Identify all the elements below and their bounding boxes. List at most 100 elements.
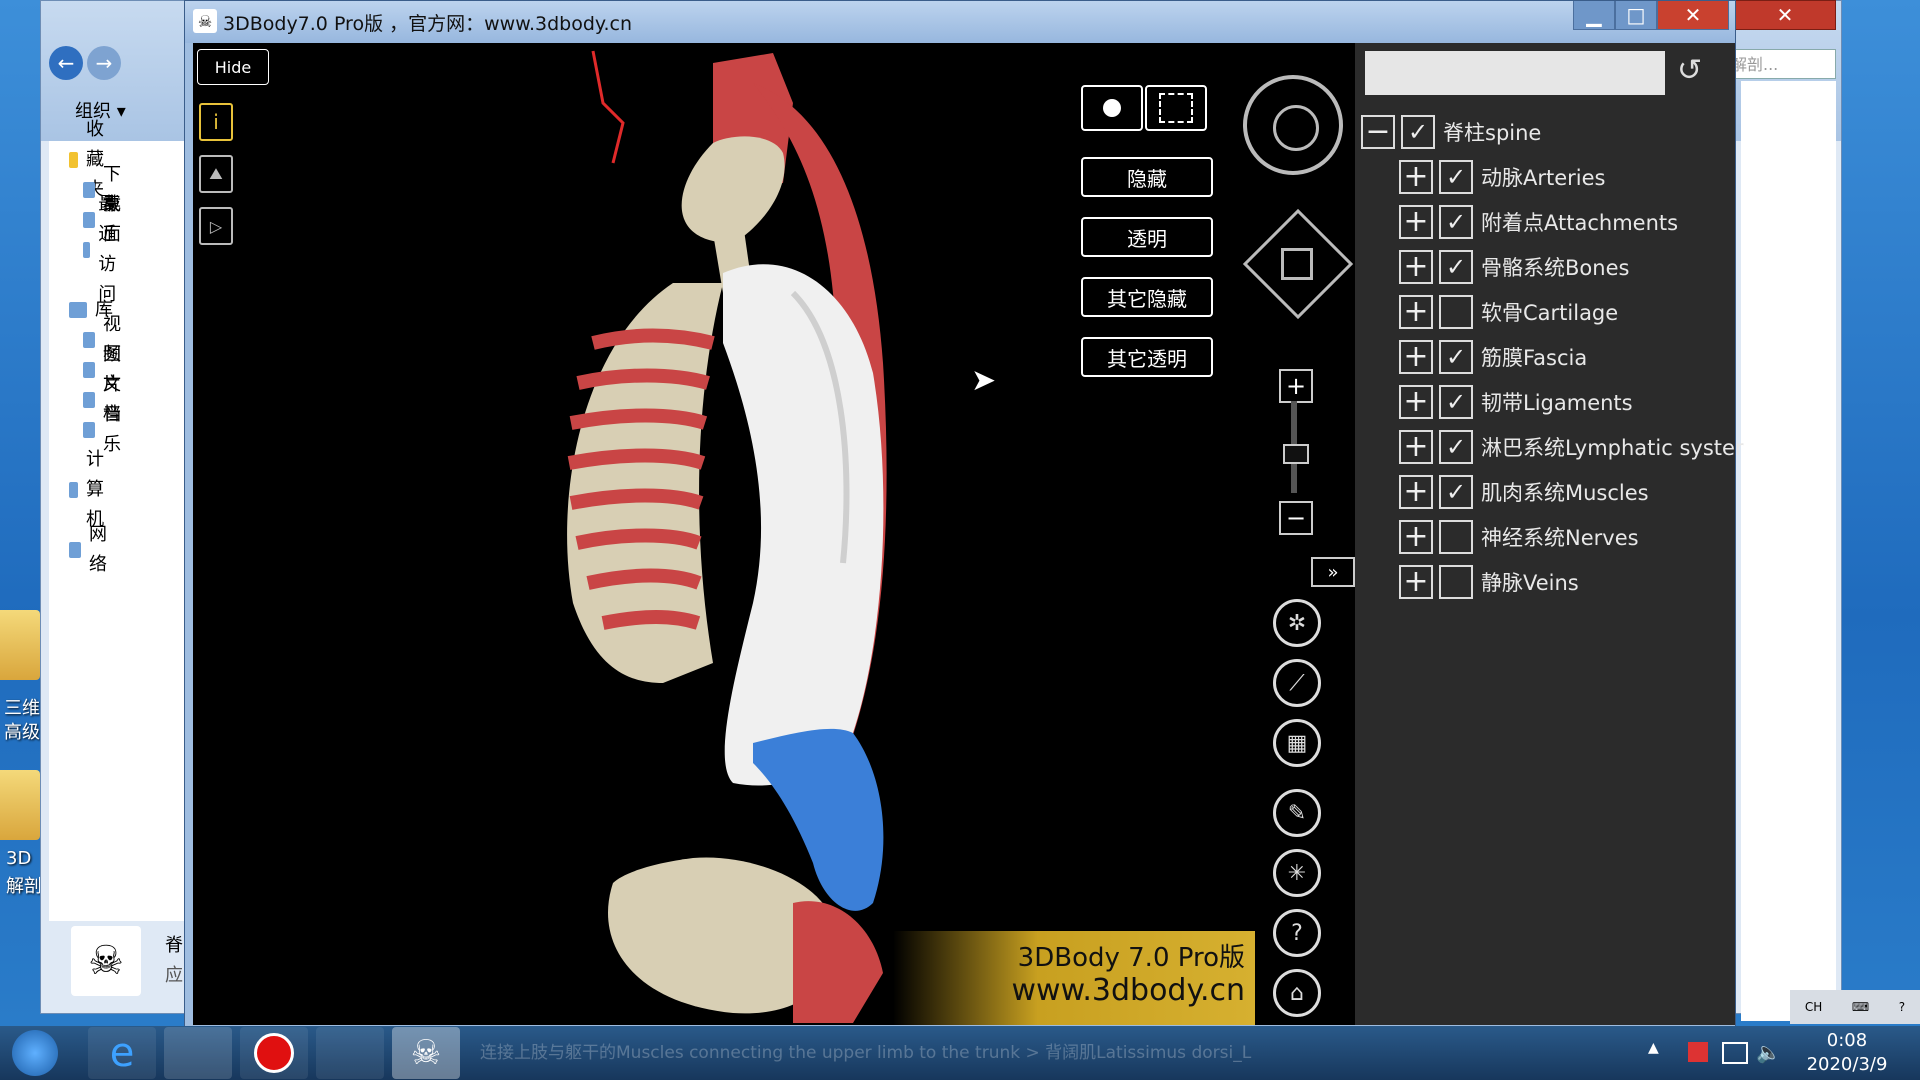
picture-icon xyxy=(83,362,95,378)
tree-item[interactable]: − ✓ 脊柱spine xyxy=(1361,109,1541,154)
zoom-in-button[interactable]: + xyxy=(1279,369,1313,403)
notepad-icon[interactable] xyxy=(316,1027,384,1079)
rotate-control[interactable] xyxy=(1243,75,1343,175)
expand-toggle[interactable]: + xyxy=(1399,474,1433,509)
watermark-banner: 3DBody 7.0 Pro版 www.3dbody.cn xyxy=(893,931,1255,1025)
expand-toggle[interactable]: + xyxy=(1399,294,1433,329)
start-button[interactable] xyxy=(12,1030,58,1076)
explorer-close-button[interactable]: ✕ xyxy=(1734,0,1836,30)
ie-icon[interactable]: e xyxy=(88,1027,156,1079)
explorer-nav-pane: 收藏夹 下载 桌面 最近访问库视频 图片 文档 音乐 计算机 网络 xyxy=(49,119,199,921)
transparent-button[interactable]: 透明 xyxy=(1081,217,1213,257)
clock-time[interactable]: 0:08 xyxy=(1792,1030,1902,1051)
info-icon[interactable]: i xyxy=(199,103,233,141)
tree-item-label: 动脉Arteries xyxy=(1481,165,1606,190)
desktop-folder-icon[interactable] xyxy=(0,770,40,840)
visibility-checkbox[interactable]: ✓ xyxy=(1439,384,1473,419)
nav-item[interactable]: 最近访问 xyxy=(83,194,127,305)
close-button[interactable]: ✕ xyxy=(1657,1,1729,30)
area-select-button[interactable] xyxy=(1145,85,1207,131)
visibility-checkbox[interactable]: ✓ xyxy=(1439,204,1473,239)
desktop-label: 高级 xyxy=(4,722,40,743)
minimize-button[interactable]: ▁ xyxy=(1573,1,1615,30)
tree-item[interactable]: + ✓ 韧带Ligaments xyxy=(1399,379,1633,424)
visibility-checkbox[interactable]: ✓ xyxy=(1439,249,1473,284)
mouse-cursor-icon: ➤ xyxy=(971,363,997,398)
back-icon[interactable]: ← xyxy=(49,46,83,80)
hide-others-button[interactable]: 其它隐藏 xyxy=(1081,277,1213,317)
expand-toggle[interactable]: + xyxy=(1399,159,1433,194)
ime-indicator[interactable]: CH xyxy=(1805,1000,1822,1014)
expand-panel-button[interactable]: » xyxy=(1311,557,1355,587)
hide-panel-button[interactable]: Hide xyxy=(197,49,269,85)
structure-search-input[interactable] xyxy=(1365,51,1665,95)
expand-toggle[interactable]: + xyxy=(1399,519,1433,554)
pen-icon[interactable]: ✎ xyxy=(1273,789,1321,837)
nav-item[interactable]: 音乐 xyxy=(83,404,127,455)
zoom-slider-handle[interactable] xyxy=(1283,443,1309,464)
maximize-button[interactable]: □ xyxy=(1615,1,1657,30)
network-icon xyxy=(69,542,81,558)
tree-item[interactable]: + 静脉Veins xyxy=(1399,559,1579,604)
flag-icon[interactable] xyxy=(1688,1042,1708,1062)
transparent-others-button[interactable]: 其它透明 xyxy=(1081,337,1213,377)
star-icon xyxy=(69,152,78,168)
tray-arrow-icon[interactable]: ▲ xyxy=(1648,1040,1659,1056)
tree-item[interactable]: + ✓ 动脉Arteries xyxy=(1399,154,1605,199)
tree-item[interactable]: + ✓ 筋膜Fascia xyxy=(1399,334,1587,379)
desktop-folder-icon[interactable] xyxy=(0,610,40,680)
layers-icon[interactable]: ▦ xyxy=(1273,719,1321,767)
clock-date[interactable]: 2020/3/9 xyxy=(1792,1054,1902,1075)
expand-toggle[interactable]: + xyxy=(1399,339,1433,374)
nav-item[interactable]: 网络 xyxy=(69,524,113,575)
help-icon[interactable]: ? xyxy=(1273,909,1321,957)
image-icon[interactable]: ⛰ xyxy=(199,155,233,193)
home-icon[interactable]: ⌂ xyxy=(1273,969,1321,1017)
tree-item[interactable]: + ✓ 附着点Attachments xyxy=(1399,199,1678,244)
details-subtitle: 应 xyxy=(165,965,183,986)
tree-item[interactable]: + ✓ 肌肉系统Muscles xyxy=(1399,469,1649,514)
expand-toggle[interactable]: + xyxy=(1399,249,1433,284)
visibility-checkbox[interactable] xyxy=(1439,294,1473,329)
expand-toggle[interactable]: + xyxy=(1399,429,1433,464)
ime-help-icon[interactable]: ? xyxy=(1899,1000,1905,1014)
keyboard-icon[interactable]: ⌨ xyxy=(1852,1000,1869,1014)
tree-item[interactable]: + 软骨Cartilage xyxy=(1399,289,1618,334)
visibility-checkbox[interactable] xyxy=(1439,519,1473,554)
visibility-checkbox[interactable] xyxy=(1439,564,1473,599)
point-select-button[interactable] xyxy=(1081,85,1143,131)
play-icon[interactable]: ▷ xyxy=(199,207,233,245)
undo-icon[interactable]: ↺ xyxy=(1677,53,1702,88)
explode-icon[interactable]: ✲ xyxy=(1273,599,1321,647)
visibility-checkbox[interactable]: ✓ xyxy=(1439,474,1473,509)
explorer-search-input[interactable]: 解剖... xyxy=(1726,49,1836,79)
visibility-checkbox[interactable]: ✓ xyxy=(1439,429,1473,464)
language-bar[interactable]: CH ⌨ ? xyxy=(1790,990,1920,1024)
zoom-out-button[interactable]: − xyxy=(1279,501,1313,535)
explorer-taskbar-icon[interactable] xyxy=(164,1027,232,1079)
expand-toggle[interactable]: + xyxy=(1399,384,1433,419)
volume-icon[interactable]: 🔈 xyxy=(1756,1040,1781,1064)
3dbody-taskbar-icon[interactable]: ☠ xyxy=(392,1027,460,1079)
network-tray-icon[interactable] xyxy=(1722,1042,1748,1064)
3d-viewport[interactable]: Hide i ⛰ ▷ 隐藏 透明 其它隐藏 其它透明 + − » ✲ ⟋ ▦ ✎… xyxy=(193,43,1355,1025)
bone-icon[interactable]: ⟋ xyxy=(1273,659,1321,707)
hide-button[interactable]: 隐藏 xyxy=(1081,157,1213,197)
forward-icon[interactable]: → xyxy=(87,46,121,80)
visibility-checkbox[interactable]: ✓ xyxy=(1439,339,1473,374)
nav-item[interactable]: 计算机 xyxy=(69,449,113,530)
reset-icon[interactable]: ✳ xyxy=(1273,849,1321,897)
details-title: 脊 xyxy=(165,935,183,956)
tree-item[interactable]: + 神经系统Nerves xyxy=(1399,514,1639,559)
visibility-checkbox[interactable]: ✓ xyxy=(1439,159,1473,194)
status-breadcrumb: 连接上肢与躯干的Muscles connecting the upper lim… xyxy=(480,1043,1252,1063)
record-icon[interactable] xyxy=(240,1027,308,1079)
tree-item[interactable]: + ✓ 骨骼系统Bones xyxy=(1399,244,1629,289)
tree-item[interactable]: + ✓ 淋巴系统Lymphatic syster xyxy=(1399,424,1744,469)
visibility-checkbox[interactable]: ✓ xyxy=(1401,114,1435,149)
area-select-icon xyxy=(1159,93,1193,123)
tree-item-label: 韧带Ligaments xyxy=(1481,390,1633,415)
collapse-toggle[interactable]: − xyxy=(1361,114,1395,149)
expand-toggle[interactable]: + xyxy=(1399,204,1433,239)
expand-toggle[interactable]: + xyxy=(1399,564,1433,599)
